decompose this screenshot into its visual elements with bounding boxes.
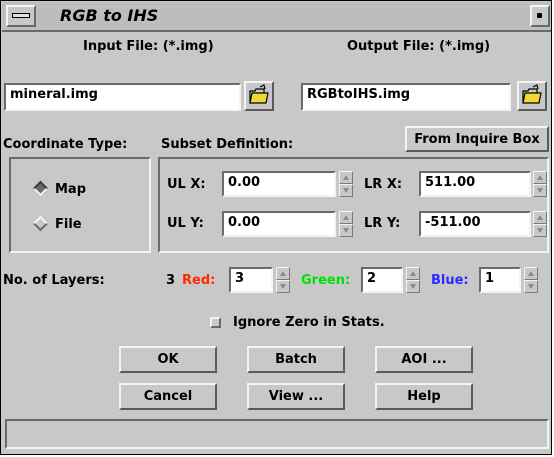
minimize-icon: [537, 13, 542, 18]
radio-map-label: Map: [55, 182, 87, 197]
green-layer-label: Green:: [301, 273, 351, 288]
spin-up-icon[interactable]: [533, 211, 547, 224]
ul-x-spinner[interactable]: [339, 171, 353, 197]
ul-y-spinner[interactable]: [339, 211, 353, 237]
lr-y-spinner[interactable]: [533, 211, 547, 237]
red-layer-spinner[interactable]: [276, 267, 290, 293]
input-file-browse-button[interactable]: [244, 81, 274, 111]
lr-x-label: LR X:: [364, 177, 403, 192]
help-button[interactable]: Help: [375, 383, 473, 410]
aoi-button[interactable]: AOI ...: [375, 346, 473, 373]
blue-layer-spinner[interactable]: [524, 267, 538, 293]
output-file-browse-button[interactable]: [517, 81, 547, 111]
ignore-zero-checkbox[interactable]: Ignore Zero in Stats.: [206, 313, 406, 333]
batch-button[interactable]: Batch: [247, 346, 345, 373]
ul-x-label: UL X:: [167, 177, 206, 192]
cancel-button[interactable]: Cancel: [119, 383, 217, 410]
from-inquire-box-button[interactable]: From Inquire Box: [405, 126, 549, 152]
coordinate-type-label: Coordinate Type:: [3, 137, 128, 152]
rgb-to-ihs-dialog: RGB to IHS Input File: (*.img) Output Fi…: [0, 0, 552, 455]
spin-down-icon[interactable]: [524, 280, 538, 293]
status-bar: [5, 419, 549, 449]
ul-x-value: 0.00: [228, 175, 261, 190]
spin-down-icon[interactable]: [339, 184, 353, 197]
checkbox-icon: [210, 317, 221, 328]
output-file-field[interactable]: RGBtoIHS.img: [301, 83, 511, 111]
window-menu-button[interactable]: [6, 5, 36, 27]
spin-down-icon[interactable]: [533, 224, 547, 237]
coordinate-type-group: Map File: [9, 157, 151, 253]
number-of-layers-label: No. of Layers:: [3, 273, 105, 288]
ul-x-field[interactable]: 0.00: [222, 171, 336, 197]
input-file-field[interactable]: mineral.img: [4, 83, 241, 111]
input-file-value: mineral.img: [10, 87, 98, 102]
spin-up-icon[interactable]: [276, 267, 290, 280]
open-folder-icon: [522, 84, 542, 104]
spin-down-icon[interactable]: [339, 224, 353, 237]
radio-file-label: File: [55, 217, 82, 232]
radio-file[interactable]: File: [31, 215, 131, 235]
spin-down-icon[interactable]: [406, 280, 420, 293]
spin-up-icon[interactable]: [406, 267, 420, 280]
radio-selected-icon: [32, 180, 49, 197]
lr-x-field[interactable]: 511.00: [419, 171, 531, 197]
spin-up-icon[interactable]: [533, 171, 547, 184]
spin-up-icon[interactable]: [339, 211, 353, 224]
ul-y-value: 0.00: [228, 215, 261, 230]
subset-definition-group: UL X: 0.00 LR X: 511.00 UL Y: 0.00 LR Y:…: [158, 157, 549, 253]
green-layer-field[interactable]: 2: [361, 267, 403, 293]
output-file-value: RGBtoIHS.img: [307, 87, 411, 102]
blue-layer-label: Blue:: [431, 273, 469, 288]
ul-y-label: UL Y:: [167, 216, 204, 231]
radio-unselected-icon: [32, 215, 49, 232]
ignore-zero-label: Ignore Zero in Stats.: [233, 315, 385, 330]
lr-x-value: 511.00: [425, 175, 476, 190]
minimize-button[interactable]: [530, 5, 550, 27]
red-layer-label: Red:: [182, 273, 216, 288]
radio-map[interactable]: Map: [31, 180, 131, 200]
spin-down-icon[interactable]: [276, 280, 290, 293]
window-title: RGB to IHS: [60, 6, 159, 25]
spin-up-icon[interactable]: [339, 171, 353, 184]
red-layer-value: 3: [235, 271, 245, 286]
green-layer-spinner[interactable]: [406, 267, 420, 293]
number-of-layers-value: 3: [166, 273, 176, 288]
green-layer-value: 2: [367, 271, 377, 286]
input-file-label: Input File: (*.img): [83, 39, 214, 54]
lr-y-value: -511.00: [425, 215, 481, 230]
subset-definition-label: Subset Definition:: [161, 137, 294, 152]
lr-x-spinner[interactable]: [533, 171, 547, 197]
output-file-label: Output File: (*.img): [347, 39, 491, 54]
spin-down-icon[interactable]: [533, 184, 547, 197]
spin-up-icon[interactable]: [524, 267, 538, 280]
ok-button[interactable]: OK: [119, 346, 217, 373]
blue-layer-field[interactable]: 1: [479, 267, 521, 293]
red-layer-field[interactable]: 3: [229, 267, 273, 293]
window-menu-icon: [12, 13, 30, 18]
title-bar[interactable]: RGB to IHS: [2, 2, 551, 32]
blue-layer-value: 1: [485, 271, 495, 286]
ul-y-field[interactable]: 0.00: [222, 211, 336, 237]
view-button[interactable]: View ...: [247, 383, 345, 410]
lr-y-label: LR Y:: [364, 216, 401, 231]
open-folder-icon: [249, 84, 269, 104]
lr-y-field[interactable]: -511.00: [419, 211, 531, 237]
